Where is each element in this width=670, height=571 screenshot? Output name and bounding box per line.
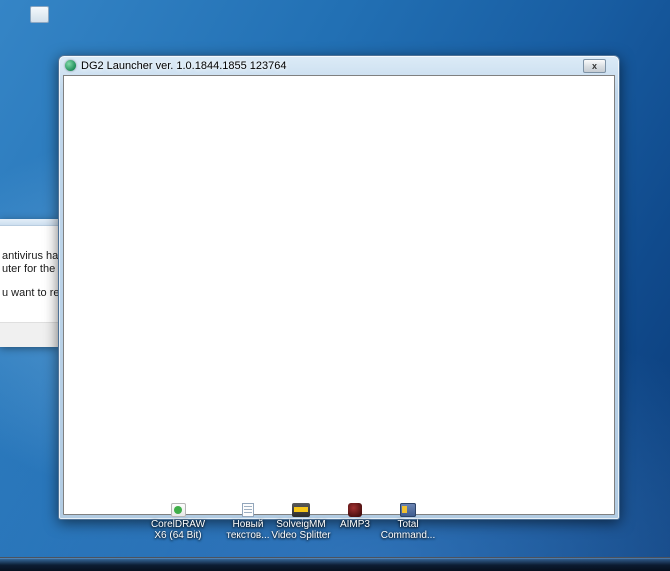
text-document-icon bbox=[242, 503, 254, 517]
dialog-text-line: antivirus has be bbox=[2, 250, 58, 262]
window-titlebar[interactable]: DG2 Launcher ver. 1.0.1844.1855 123764 x bbox=[59, 56, 619, 75]
icon-label: Новый текстов... bbox=[226, 519, 270, 541]
taskbar[interactable] bbox=[0, 557, 670, 571]
icon-label: Total Command... bbox=[380, 519, 436, 541]
dialog-button-area bbox=[0, 322, 58, 347]
aimp3-icon bbox=[348, 503, 362, 517]
background-dialog-body: antivirus has be uter for the upd u want… bbox=[0, 226, 58, 322]
dialog-text-line: u want to restar bbox=[2, 287, 58, 299]
launcher-app-icon bbox=[65, 60, 76, 71]
background-dialog-frame bbox=[0, 219, 58, 226]
total-commander-icon bbox=[400, 503, 416, 517]
icon-label: SolveigMM Video Splitter bbox=[271, 519, 331, 541]
dialog-text-line: uter for the upd bbox=[2, 263, 58, 275]
close-button[interactable]: x bbox=[583, 59, 606, 73]
desktop-icon-coreldraw[interactable]: CorelDRAW X6 (64 Bit) bbox=[146, 503, 210, 541]
partial-desktop-icon[interactable] bbox=[30, 6, 49, 23]
desktop-icon-total-commander[interactable]: Total Command... bbox=[376, 503, 440, 541]
window-title: DG2 Launcher ver. 1.0.1844.1855 123764 bbox=[81, 59, 287, 72]
background-dialog[interactable]: antivirus has be uter for the upd u want… bbox=[0, 219, 58, 347]
video-splitter-icon bbox=[292, 503, 310, 517]
window-client-area bbox=[63, 75, 615, 515]
icon-label: CorelDRAW X6 (64 Bit) bbox=[150, 519, 206, 541]
icon-label: AIMP3 bbox=[339, 519, 370, 530]
coreldraw-icon bbox=[170, 503, 186, 517]
launcher-window: DG2 Launcher ver. 1.0.1844.1855 123764 x bbox=[58, 55, 620, 520]
